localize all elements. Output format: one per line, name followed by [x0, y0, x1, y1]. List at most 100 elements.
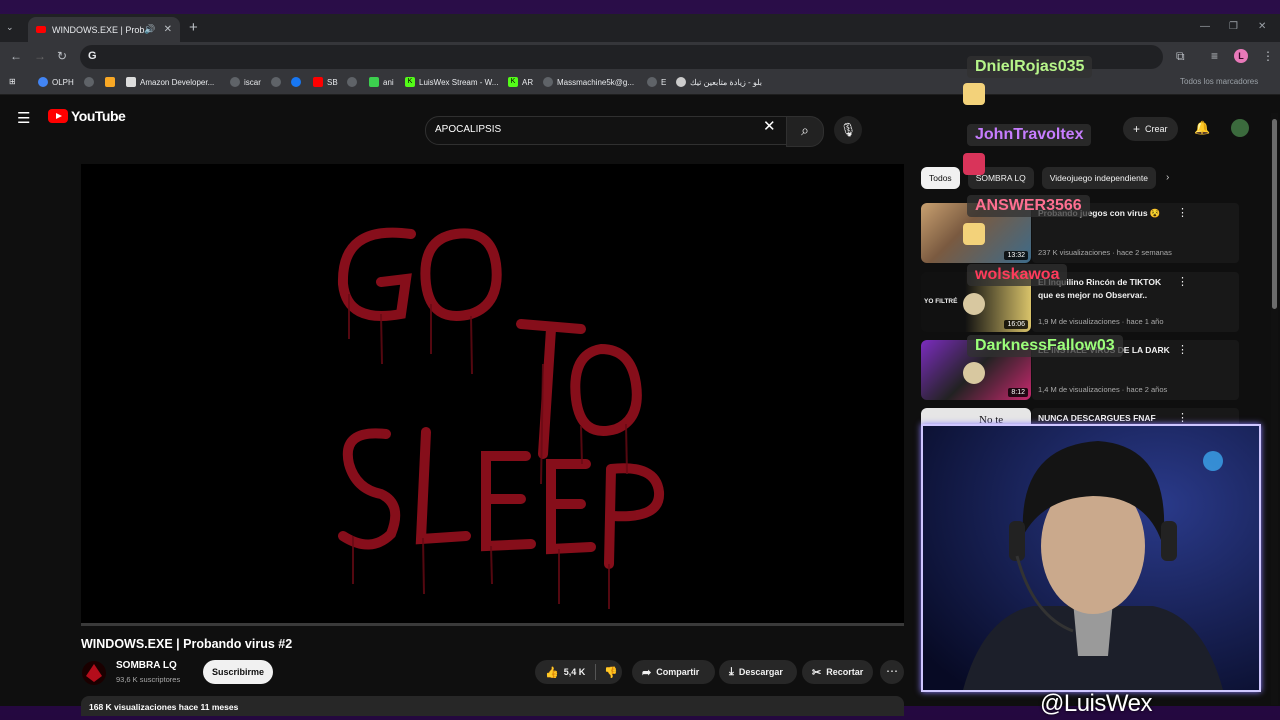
bookmark-w[interactable]	[105, 77, 119, 87]
chip-all[interactable]: Todos	[921, 167, 960, 189]
bookmark-iscar[interactable]: iscar	[230, 77, 261, 87]
bookmark-e[interactable]: E	[647, 77, 666, 87]
w-icon	[105, 77, 115, 87]
tab-youtube[interactable]: WINDOWS.EXE | Probando virus 🔊 ✕	[28, 17, 180, 42]
subscribe-button[interactable]: Suscribirme	[203, 660, 273, 684]
chat-username: DarknessFallow03	[967, 335, 1123, 357]
bookmark-globe-3[interactable]	[347, 77, 361, 87]
video-player[interactable]	[81, 164, 904, 625]
extensions-icon[interactable]: ⧉	[1176, 49, 1185, 64]
youtube-icon	[313, 77, 323, 87]
chat-username: wolskawoa	[967, 264, 1068, 286]
bookmark-ar[interactable]: K AR	[508, 77, 533, 87]
bookmark-ani[interactable]: ani	[369, 77, 394, 87]
search-button[interactable]: ⌕	[786, 116, 824, 147]
search-icon: ⌕	[801, 122, 809, 138]
youtube-favicon-icon	[36, 26, 46, 33]
share-button[interactable]: ➦ Compartir	[632, 660, 715, 684]
reload-icon[interactable]: ↻	[57, 49, 67, 63]
globe-icon	[271, 77, 281, 87]
minimize-icon[interactable]: —	[1200, 21, 1210, 32]
kick-icon: K	[405, 77, 415, 87]
chat-username: ANSWER3566	[967, 195, 1090, 217]
rec-more-icon[interactable]: ⋮	[1177, 275, 1188, 288]
like-icon[interactable]: 👍	[545, 666, 559, 679]
video-frame	[337, 227, 665, 609]
account-avatar[interactable]	[1231, 119, 1249, 137]
chip-indie-game[interactable]: Videojuego independiente	[1041, 167, 1156, 189]
emote-icon	[963, 293, 985, 315]
close-window-icon[interactable]: ✕	[1258, 21, 1266, 32]
divider	[595, 664, 597, 680]
bookmark-mass[interactable]: Massmachine5k@g...	[543, 77, 634, 87]
chat-username: DnielRojas035	[967, 56, 1093, 78]
rec-more-icon[interactable]: ⋮	[1177, 343, 1188, 356]
speaker-icon[interactable]: 🔊	[144, 24, 155, 35]
blood-lettering	[337, 227, 665, 569]
all-bookmarks[interactable]: Todos los marcadores	[1180, 77, 1258, 86]
emote-icon	[963, 362, 985, 384]
new-tab-button[interactable]: +	[189, 19, 198, 36]
google-icon	[38, 77, 48, 87]
emote-icon	[963, 83, 985, 105]
emote-icon	[963, 223, 985, 245]
tab-strip: ⌄ WINDOWS.EXE | Probando virus 🔊 ✕ + — ❐…	[0, 14, 1280, 42]
kick-icon: K	[508, 77, 518, 87]
bookmark-globe-2[interactable]	[271, 77, 285, 87]
bookmark-amazon[interactable]: Amazon Developer...	[126, 77, 214, 87]
rec-more-icon[interactable]: ⋮	[1177, 411, 1188, 424]
menu-icon[interactable]: ⋮	[1262, 49, 1274, 63]
media-controls-icon[interactable]: ≡	[1211, 49, 1218, 63]
channel-avatar[interactable]	[82, 661, 106, 685]
clip-button[interactable]: ✂ Recortar	[802, 660, 873, 684]
bookmark-arabic[interactable]: بلو - زيادة متابعين تيك	[676, 77, 762, 87]
forward-icon[interactable]: →	[34, 49, 46, 63]
clear-search-icon[interactable]: ✕	[763, 117, 776, 135]
menu-hamburger-icon[interactable]: ☰	[17, 109, 30, 127]
bookmark-facebook[interactable]	[291, 77, 305, 87]
like-dislike-group: 👍 5,4 K 👎	[535, 660, 622, 684]
youtube-logo[interactable]: YouTube	[48, 108, 126, 124]
windows-icon	[369, 77, 379, 87]
maximize-icon[interactable]: ❐	[1229, 21, 1238, 32]
more-actions-button[interactable]: ⋯	[880, 660, 904, 684]
related-filter-chips: Todos SOMBRA LQ Videojuego independiente	[921, 167, 1164, 189]
tab-title: WINDOWS.EXE | Probando virus	[52, 24, 145, 35]
bookmark-kick[interactable]: K LuisWex Stream - W...	[405, 77, 498, 87]
scissors-icon: ✂	[812, 666, 822, 679]
description-box[interactable]: 168 K visualizaciones hace 11 meses	[81, 696, 904, 716]
like-count[interactable]: 5,4 K	[564, 667, 586, 677]
voice-search-button[interactable]: 🎙	[834, 116, 862, 144]
globe-icon	[543, 77, 553, 87]
dislike-icon[interactable]: 👎	[604, 666, 618, 679]
tab-search-icon[interactable]: ⌄	[6, 22, 14, 33]
scrollbar-thumb[interactable]	[1272, 119, 1277, 309]
webcam-feed	[923, 426, 1259, 690]
globe-icon	[230, 77, 240, 87]
back-icon[interactable]: ←	[10, 49, 22, 63]
channel-name[interactable]: SOMBRA LQ	[116, 660, 177, 671]
apps-icon[interactable]: ⊞	[9, 77, 16, 86]
google-icon: G	[88, 50, 97, 62]
search-value: APOCALIPSIS	[435, 124, 502, 135]
globe-icon	[347, 77, 357, 87]
microphone-icon: 🎙	[839, 122, 857, 137]
bookmark-olph[interactable]: OLPH	[38, 77, 74, 87]
bookmark-globe[interactable]	[84, 77, 98, 87]
search-input[interactable]: APOCALIPSIS	[425, 116, 787, 145]
video-progress-bar[interactable]	[81, 623, 904, 626]
globe-icon	[84, 77, 94, 87]
bookmark-sb[interactable]: SB	[313, 77, 338, 87]
download-button[interactable]: ⤓ Descargar	[719, 660, 797, 684]
view-count-date: 168 K visualizaciones hace 11 meses	[89, 702, 239, 712]
rec-more-icon[interactable]: ⋮	[1177, 206, 1188, 219]
close-tab-icon[interactable]: ✕	[164, 24, 172, 35]
profile-avatar[interactable]: L	[1234, 49, 1248, 63]
create-button[interactable]: + Crear	[1123, 117, 1178, 141]
youtube-play-icon	[48, 109, 68, 123]
streamer-watermark: @LuisWex	[1040, 690, 1152, 717]
chevron-right-icon[interactable]: ›	[1166, 172, 1169, 183]
share-icon: ➦	[642, 666, 652, 679]
notifications-bell-icon[interactable]: 🔔	[1194, 120, 1210, 136]
chat-username: JohnTravoltex	[967, 124, 1092, 146]
